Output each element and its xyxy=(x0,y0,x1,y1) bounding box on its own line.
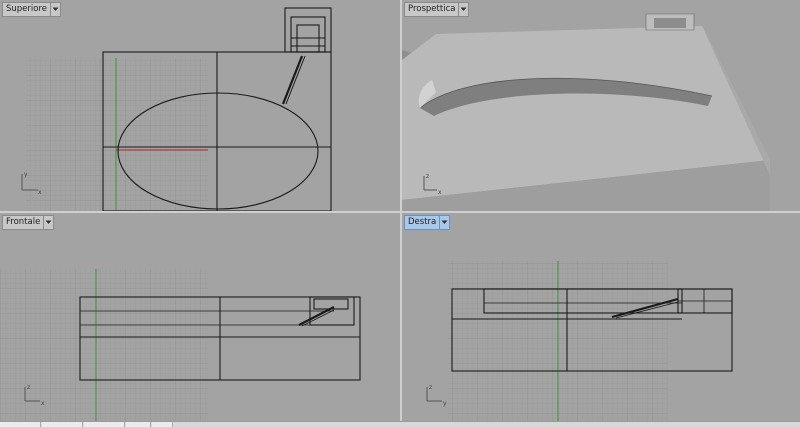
viewport-label: Frontale xyxy=(6,217,41,227)
axis-gizmo-label-z: z xyxy=(27,384,30,391)
viewport-top[interactable]: Superiore y x xyxy=(0,0,400,211)
axis-gizmo-label-x: x xyxy=(41,400,45,407)
chevron-down-icon[interactable] xyxy=(439,216,449,229)
layout-tab[interactable] xyxy=(84,422,125,427)
axis-gizmo-label-z: z xyxy=(429,384,432,391)
chevron-down-icon[interactable] xyxy=(43,216,53,229)
viewport-tabs-bar xyxy=(0,421,800,427)
viewport-label: Destra xyxy=(408,217,437,227)
axis-gizmo-label-x: x xyxy=(38,189,42,196)
viewport-label: Prospettica xyxy=(408,4,456,14)
chevron-down-icon[interactable] xyxy=(458,3,468,16)
rhino-viewports: Superiore y x Prospettica z x Frontale z… xyxy=(0,0,800,427)
viewport-front[interactable]: Frontale z x xyxy=(0,213,400,422)
viewport-label: Superiore xyxy=(6,4,48,14)
axis-gizmo-label-x: x xyxy=(438,189,442,196)
axis-gizmo-label-z: z xyxy=(426,173,429,180)
layout-tab[interactable] xyxy=(42,422,83,427)
viewport-front-canvas: z x xyxy=(0,269,361,422)
viewport-perspective[interactable]: Prospettica z x xyxy=(402,0,800,211)
viewport-tab-top[interactable]: Superiore xyxy=(2,2,62,17)
cutout-box-hole xyxy=(654,18,686,28)
chevron-down-icon[interactable] xyxy=(50,3,60,16)
layout-tab[interactable] xyxy=(0,422,41,427)
viewport-tab-right[interactable]: Destra xyxy=(404,215,451,230)
viewport-tab-perspective[interactable]: Prospettica xyxy=(404,2,470,17)
viewport-tab-front[interactable]: Frontale xyxy=(2,215,55,230)
viewport-right-canvas: z y xyxy=(426,261,733,422)
axis-gizmo-label-y: y xyxy=(443,400,447,407)
layout-tab[interactable] xyxy=(126,422,151,427)
viewport-right[interactable]: Destra z y xyxy=(402,213,800,422)
layout-tab-new[interactable] xyxy=(152,422,173,427)
viewport-splitter-horizontal[interactable] xyxy=(0,211,800,213)
axis-gizmo-label-y: y xyxy=(24,171,28,178)
construction-grid xyxy=(26,58,208,211)
viewport-top-canvas: y x xyxy=(21,7,332,211)
viewport-perspective-canvas: z x xyxy=(402,13,770,211)
construction-grid xyxy=(0,269,208,422)
